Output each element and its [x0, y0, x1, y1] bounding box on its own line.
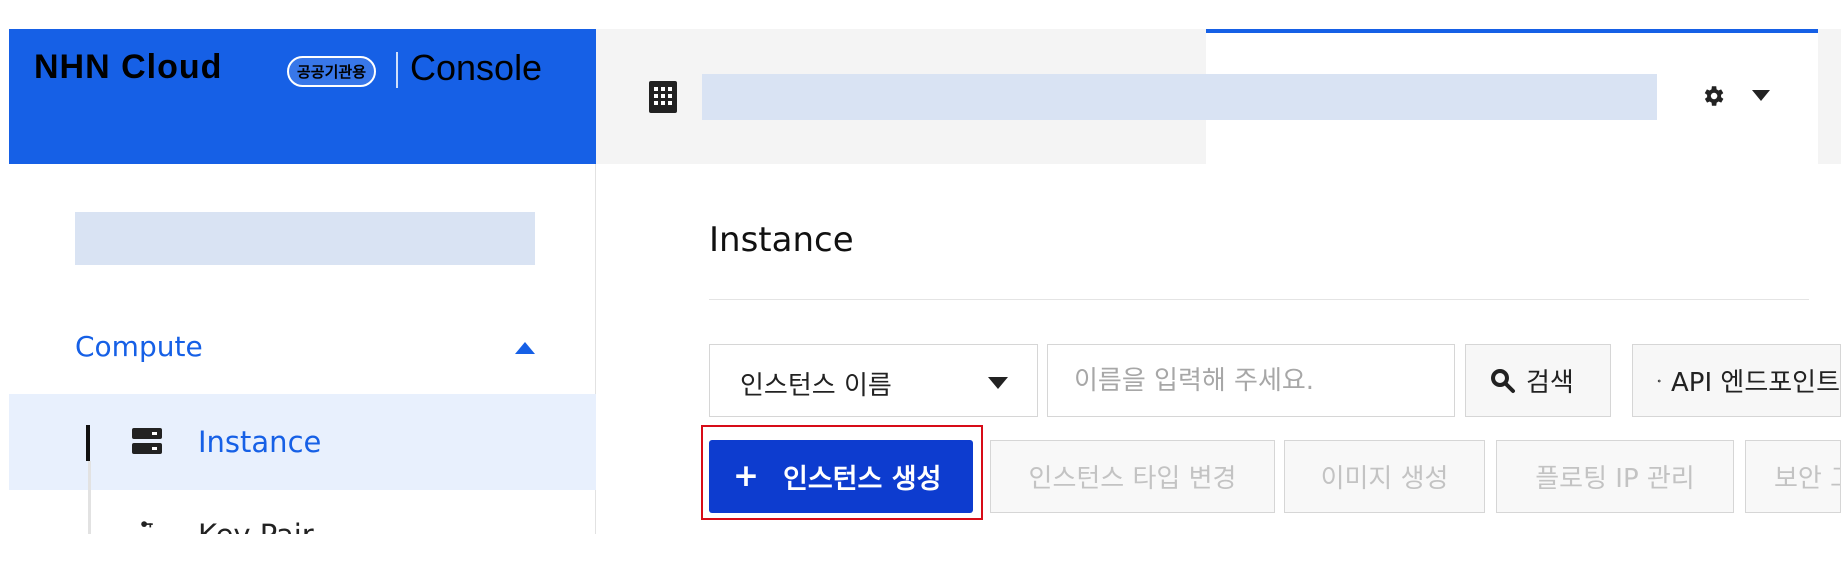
api-endpoint-label: API 엔드포인트	[1671, 368, 1840, 398]
sidebar-tree-line	[88, 461, 91, 534]
search-input[interactable]	[1047, 344, 1455, 417]
search-button[interactable]: 검색	[1465, 344, 1611, 417]
title-divider	[709, 299, 1809, 300]
search-type-select[interactable]: 인스턴스 이름	[709, 344, 1038, 417]
plus-icon: +	[733, 458, 759, 494]
active-indicator	[86, 425, 90, 461]
grid-icon[interactable]	[648, 80, 678, 114]
console-label: Console	[410, 47, 543, 88]
sidebar-section-compute[interactable]: Compute	[75, 330, 203, 363]
change-security-group-button[interactable]: 보안 그룹 변경	[1745, 440, 1841, 513]
manage-floating-ip-button[interactable]: 플로팅 IP 관리	[1496, 440, 1734, 513]
server-icon	[132, 428, 162, 454]
page-title: Instance	[709, 220, 854, 260]
create-image-button[interactable]: 이미지 생성	[1284, 440, 1485, 513]
search-icon	[1491, 368, 1515, 393]
chevron-up-icon[interactable]	[515, 342, 535, 354]
search-button-label: 검색	[1526, 368, 1574, 398]
chevron-down-icon	[988, 377, 1008, 389]
change-instance-type-button[interactable]: 인스턴스 타입 변경	[990, 440, 1275, 513]
project-selector[interactable]	[702, 74, 1657, 120]
select-value: 인스턴스 이름	[740, 371, 892, 401]
api-endpoint-button[interactable]: API 엔드포인트	[1632, 344, 1841, 417]
key-icon	[141, 521, 153, 528]
gear-icon	[1657, 379, 1661, 382]
nhn-cloud-logo[interactable]: NHN Cloud	[34, 48, 222, 87]
sidebar-item-label: Instance	[198, 425, 322, 459]
create-instance-label: 인스턴스 생성	[782, 464, 942, 495]
sidebar-search-placeholder[interactable]	[75, 212, 535, 265]
sidebar-item-label[interactable]: Key Pair	[198, 520, 314, 534]
brand-divider	[396, 52, 398, 88]
gear-icon[interactable]	[1700, 83, 1726, 109]
chevron-down-icon[interactable]	[1752, 90, 1770, 101]
header-right-area	[1818, 29, 1841, 164]
create-instance-button[interactable]: + 인스턴스 생성	[709, 440, 973, 513]
public-sector-badge: 공공기관용	[287, 56, 377, 87]
